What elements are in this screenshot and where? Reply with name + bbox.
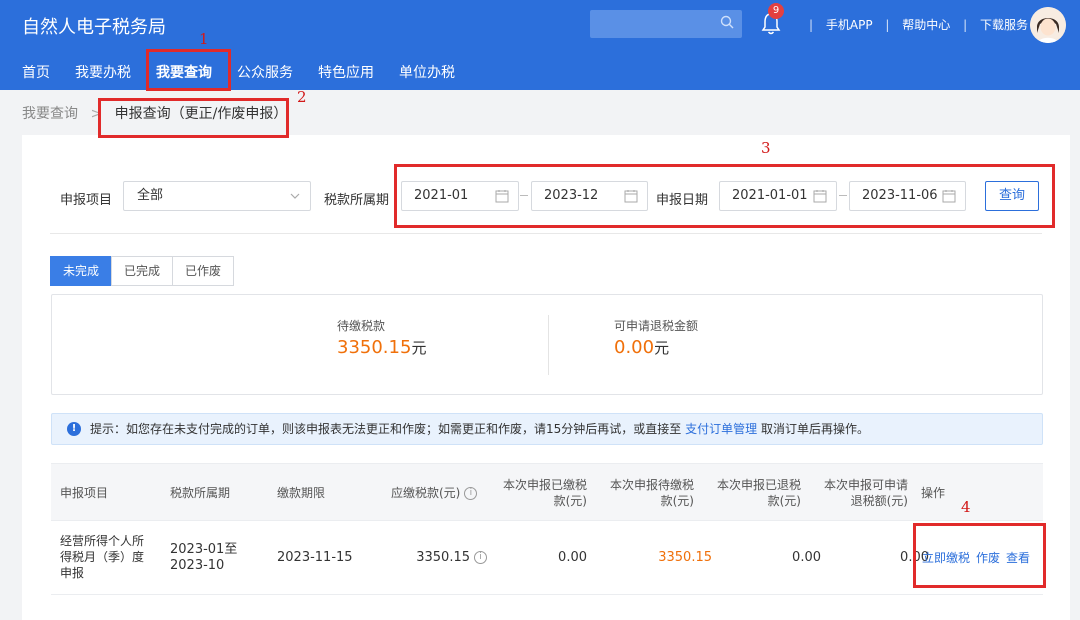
col-refundable: 本次申报可申请退税额(元) (820, 477, 908, 509)
separator: | (809, 18, 814, 32)
search-input[interactable] (590, 10, 742, 38)
cell-period-line2: 2023-10 (170, 558, 225, 573)
main-nav: 首页 我要办税 我要查询 公众服务 特色应用 单位办税 (0, 57, 470, 90)
search-icon[interactable] (720, 15, 734, 29)
cell-period: 2023-01至 2023-10 (170, 542, 237, 574)
col-payable-text: 应缴税款(元) (391, 486, 461, 500)
user-avatar-icon (1030, 7, 1066, 43)
refund-block: 可申请退税金额 0.00元 (614, 317, 698, 358)
pending-tax-block: 待缴税款 3350.15元 (337, 317, 426, 358)
col-refundable-line2: 退税额(元) (850, 494, 908, 508)
info-icon[interactable]: i (474, 551, 487, 564)
pending-tax-unit: 元 (411, 339, 427, 357)
col-paid-line1: 本次申报已缴税 (502, 478, 587, 492)
cell-refunded: 0.00 (792, 550, 821, 565)
col-refunded-line2: 款(元) (767, 494, 801, 508)
notification-badge: 9 (768, 3, 784, 19)
cell-pending: 3350.15 (658, 550, 712, 565)
col-refunded: 本次申报已退税款(元) (713, 477, 801, 509)
col-paid-line2: 款(元) (553, 494, 587, 508)
col-payable: 应缴税款(元) i (391, 485, 478, 501)
cell-period-line1: 2023-01至 (170, 542, 238, 557)
table-header: 申报项目 税款所属期 缴款期限 应缴税款(元) i 本次申报已缴税款(元) 本次申… (51, 463, 1043, 520)
tab-incomplete[interactable]: 未完成 (50, 256, 113, 286)
site-title[interactable]: 自然人电子税务局 (22, 13, 166, 39)
nav-tax-handling[interactable]: 我要办税 (65, 57, 141, 90)
tab-completed[interactable]: 已完成 (111, 256, 174, 286)
refund-unit: 元 (654, 339, 670, 357)
cell-item-line1: 经营所得个人所 (60, 534, 145, 548)
notice-text-end: 取消订单后再操作。 (760, 422, 869, 436)
info-icon: ! (67, 422, 81, 436)
divider (50, 233, 1042, 234)
tab-voided[interactable]: 已作废 (172, 256, 235, 286)
chevron-down-icon (290, 193, 300, 199)
annotation-box-4 (913, 523, 1046, 588)
col-pending-line2: 款(元) (660, 494, 694, 508)
cell-item: 经营所得个人所 得税月（季）度 申报 (60, 533, 144, 581)
nav-home[interactable]: 首页 (0, 57, 60, 90)
annotation-number-1: 1 (199, 30, 209, 48)
declaration-item-value: 全部 (137, 188, 164, 203)
col-deadline: 缴款期限 (277, 486, 326, 500)
info-icon[interactable]: i (464, 487, 478, 500)
cell-item-line3: 申报 (60, 566, 85, 580)
cell-deadline: 2023-11-15 (277, 550, 353, 565)
summary-divider (548, 315, 549, 375)
cell-paid: 0.00 (558, 550, 587, 565)
filter-item-label: 申报项目 (60, 193, 113, 208)
separator: | (885, 18, 890, 32)
pending-tax-amount: 3350.15元 (337, 337, 426, 358)
col-refundable-line1: 本次申报可申请 (823, 478, 908, 492)
pending-tax-label: 待缴税款 (337, 319, 386, 333)
notice-text: 提示：如您存在未支付完成的订单，则该申报表无法更正和作废；如需更正和作废，请15… (90, 422, 682, 436)
cell-item-line2: 得税月（季）度 (60, 550, 145, 564)
col-pending-line1: 本次申报待缴税 (609, 478, 694, 492)
col-period: 税款所属期 (170, 486, 231, 500)
pending-tax-value: 3350.15 (337, 337, 412, 358)
help-center-link[interactable]: 帮助中心 (902, 18, 950, 32)
notice-bar: ! 提示：如您存在未支付完成的订单，则该申报表无法更正和作废；如需更正和作废，请… (51, 413, 1043, 445)
separator: | (963, 18, 968, 32)
refund-label: 可申请退税金额 (614, 319, 699, 333)
payment-order-link[interactable]: 支付订单管理 (685, 422, 757, 436)
breadcrumb-parent[interactable]: 我要查询 (22, 106, 78, 122)
mobile-app-link[interactable]: 手机APP (826, 18, 873, 32)
cell-payable-value: 3350.15 (416, 550, 470, 565)
annotation-box-2 (98, 98, 289, 138)
annotation-number-3: 3 (761, 139, 771, 157)
col-ops: 操作 (921, 486, 946, 500)
nav-unit-tax[interactable]: 单位办税 (389, 57, 465, 90)
header-links: | 手机APP | 帮助中心 | 下载服务 (800, 16, 1028, 33)
filter-period-label: 税款所属期 (324, 193, 390, 208)
nav-featured-apps[interactable]: 特色应用 (308, 57, 384, 90)
annotation-number-2: 2 (297, 88, 307, 106)
avatar[interactable] (1030, 7, 1066, 43)
annotation-box-1 (146, 49, 231, 91)
refund-amount: 0.00元 (614, 337, 698, 358)
annotation-box-3 (394, 164, 1055, 228)
download-service-link[interactable]: 下载服务 (980, 18, 1028, 32)
summary-card: 待缴税款 3350.15元 可申请退税金额 0.00元 (51, 294, 1043, 395)
declaration-item-select[interactable]: 全部 (123, 181, 311, 211)
col-paid: 本次申报已缴税款(元) (499, 477, 587, 509)
refund-value: 0.00 (614, 337, 655, 358)
table-row: 经营所得个人所 得税月（季）度 申报 2023-01至 2023-10 2023… (51, 520, 1043, 595)
col-refunded-line1: 本次申报已退税 (716, 478, 801, 492)
annotation-number-4: 4 (961, 498, 971, 516)
status-tabs: 未完成 已完成 已作废 (50, 256, 235, 286)
nav-public-service[interactable]: 公众服务 (227, 57, 303, 90)
col-pending: 本次申报待缴税款(元) (606, 477, 694, 509)
col-item: 申报项目 (60, 486, 109, 500)
cell-payable: 3350.15 i (391, 550, 487, 566)
